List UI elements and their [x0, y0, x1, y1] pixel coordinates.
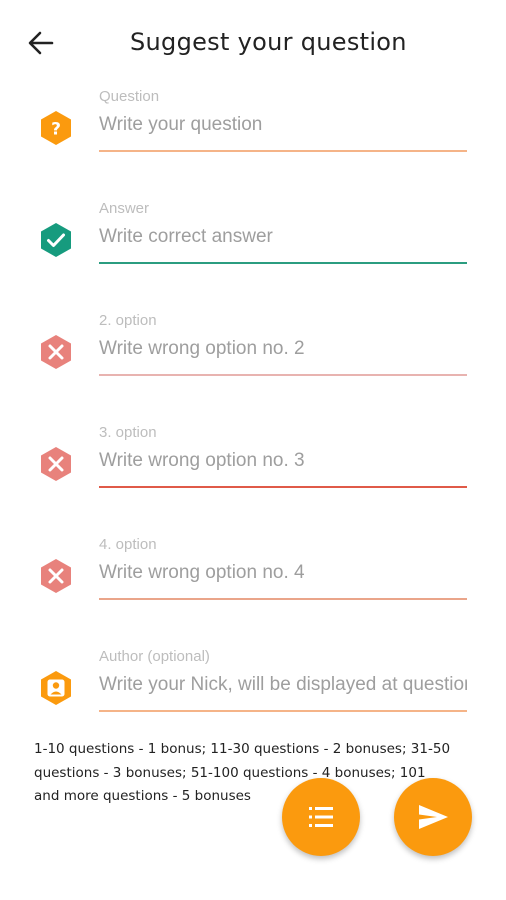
- author-label: Author (optional): [99, 648, 210, 665]
- question-hex-icon: ?: [41, 111, 71, 145]
- option-3-label: 3. option: [99, 424, 157, 441]
- arrow-left-icon: [28, 31, 54, 55]
- bonus-info-text: 1-10 questions - 1 bonus; 11-30 question…: [34, 741, 451, 804]
- send-icon: [419, 805, 448, 829]
- option-2-input[interactable]: [99, 332, 467, 366]
- option-4-underline: [99, 598, 467, 600]
- option-4-field: 4. option: [0, 536, 506, 626]
- person-hex-icon: [41, 671, 71, 705]
- option-3-input[interactable]: [99, 444, 467, 478]
- question-underline: [99, 150, 467, 152]
- back-button[interactable]: [22, 24, 62, 64]
- check-hex-icon: [41, 223, 71, 257]
- author-field: Author (optional): [0, 648, 506, 738]
- author-underline: [99, 710, 467, 712]
- option-4-input[interactable]: [99, 556, 467, 590]
- svg-text:?: ?: [51, 120, 61, 140]
- page-title: Suggest your question: [130, 28, 407, 56]
- answer-field: Answer: [0, 200, 506, 290]
- list-button[interactable]: [282, 778, 360, 856]
- send-button[interactable]: [394, 778, 472, 856]
- close-hex-icon: [41, 447, 71, 481]
- option-2-field: 2. option: [0, 312, 506, 402]
- option-3-field: 3. option: [0, 424, 506, 514]
- option-3-underline: [99, 486, 467, 488]
- app-bar: Suggest your question: [0, 0, 506, 88]
- option-4-label: 4. option: [99, 536, 157, 553]
- close-hex-icon: [41, 559, 71, 593]
- answer-label: Answer: [99, 200, 150, 217]
- option-2-underline: [99, 374, 467, 376]
- answer-underline: [99, 262, 467, 264]
- question-input[interactable]: [99, 108, 467, 142]
- close-hex-icon: [41, 335, 71, 369]
- answer-input[interactable]: [99, 220, 467, 254]
- question-label: Question: [99, 88, 160, 105]
- option-2-label: 2. option: [99, 312, 157, 329]
- author-input[interactable]: [99, 668, 467, 702]
- list-icon: [309, 807, 333, 827]
- question-field: ? Question: [0, 88, 506, 178]
